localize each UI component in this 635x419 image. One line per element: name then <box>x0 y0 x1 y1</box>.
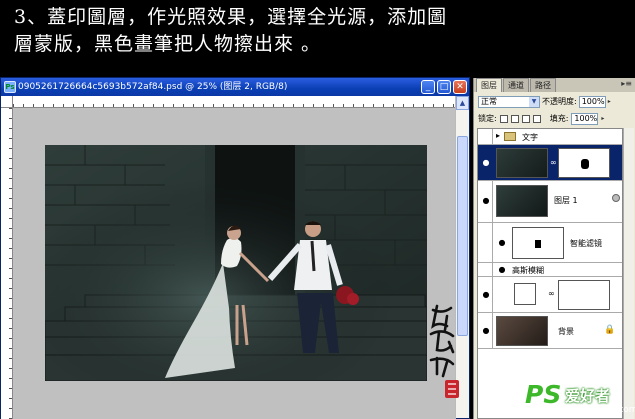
horizontal-ruler[interactable] <box>13 96 456 108</box>
watermark-url: www.psahz.com <box>565 405 635 415</box>
opacity-label: 不透明度: <box>542 97 577 106</box>
watermark-brand: PS <box>525 380 562 409</box>
eye-icon[interactable]: ● <box>480 157 492 169</box>
close-button[interactable]: ✕ <box>453 80 467 94</box>
layer-row-adjustment[interactable]: ● ∞ <box>478 277 622 313</box>
adjustment-icon[interactable] <box>514 283 536 305</box>
maximize-button[interactable]: □ <box>437 80 451 94</box>
tab-channels[interactable]: 通道 <box>503 78 529 92</box>
blend-mode-value: 正常 <box>481 96 497 106</box>
link-chain-icon[interactable]: ∞ <box>548 289 555 298</box>
ruler-corner[interactable] <box>1 96 13 108</box>
document-title: 0905261726664c5693b572af84.psd @ 25% (图层… <box>18 82 288 92</box>
calligraphy-signature-icon <box>429 304 459 398</box>
layer-row-group-text[interactable]: ▸ 文字 <box>478 129 622 145</box>
layer-name: 图层 1 <box>554 196 578 205</box>
layer-row-smart-filter[interactable]: ● 智能滤镜 <box>478 223 622 263</box>
layer-name: 文字 <box>522 133 538 142</box>
link-chain-icon[interactable]: ∞ <box>550 158 557 167</box>
eye-icon[interactable]: ● <box>496 237 508 249</box>
eye-icon[interactable]: ● <box>480 195 492 207</box>
fill-arrow-icon[interactable]: ▸ <box>601 115 604 122</box>
layer-mask-thumbnail[interactable] <box>558 148 610 178</box>
opacity-input[interactable]: 100% <box>578 95 606 108</box>
layer-mask-thumbnail[interactable] <box>558 280 610 310</box>
eye-icon[interactable]: ● <box>496 264 508 276</box>
vertical-ruler[interactable] <box>1 108 13 419</box>
folder-icon <box>504 132 516 141</box>
lock-label: 锁定: <box>478 114 497 123</box>
chevron-down-icon[interactable]: ▼ <box>529 96 539 107</box>
layer-thumbnail[interactable] <box>496 148 548 178</box>
fill-input[interactable]: 100% <box>571 112 599 125</box>
fill-label: 填充: <box>549 114 569 123</box>
layer-row-layer1[interactable]: ● 图层 1 <box>478 181 622 223</box>
opacity-arrow-icon[interactable]: ▸ <box>608 98 611 105</box>
eye-icon[interactable]: ● <box>480 325 492 337</box>
caption-line-2: 層蒙版，黑色畫筆把人物擦出來 。 <box>14 33 322 55</box>
caption-line-1: 3、蓋印圖層，作光照效果，選擇全光源，添加圖 <box>14 6 448 28</box>
layer-thumbnail[interactable] <box>496 185 548 217</box>
layers-list[interactable]: ▸ 文字 ● ∞ ● 图层 1 ● 智能滤镜 ● 高斯模糊 ● ∞ ● 背景 🔒 <box>477 128 623 419</box>
lock-all-icon[interactable] <box>532 114 541 123</box>
layer-row-selected[interactable]: ● ∞ <box>478 145 622 181</box>
tutorial-caption: 3、蓋印圖層，作光照效果，選擇全光源，添加圖 層蒙版，黑色畫筆把人物擦出來 。 <box>0 0 635 62</box>
layer-row-background[interactable]: ● 背景 🔒 <box>478 313 622 349</box>
layers-scrollbar[interactable] <box>623 128 634 419</box>
site-watermark: PS 爱好者 www.psahz.com <box>525 380 635 419</box>
visibility-column <box>478 129 493 144</box>
filter-mask-thumbnail[interactable] <box>512 227 564 259</box>
layer-thumbnail[interactable] <box>496 316 548 346</box>
lock-icon: 🔒 <box>604 325 616 335</box>
canvas-photo[interactable] <box>45 145 427 381</box>
lock-move-icon[interactable] <box>521 114 530 123</box>
photoshop-doc-icon: Ps <box>4 81 16 93</box>
lock-transparency-icon[interactable] <box>499 114 508 123</box>
eye-icon[interactable]: ● <box>480 289 492 301</box>
layer-row-filter-entry[interactable]: ● 高斯模糊 <box>478 263 622 277</box>
layer-name: 背景 <box>558 327 574 336</box>
smart-object-icon <box>612 194 620 202</box>
watermark-name: 爱好者 <box>565 387 611 405</box>
document-titlebar[interactable]: Ps 0905261726664c5693b572af84.psd @ 25% … <box>1 78 469 96</box>
layer-name: 智能滤镜 <box>570 239 602 248</box>
blend-mode-select[interactable]: 正常 ▼ <box>478 95 540 108</box>
tab-layers[interactable]: 图层 <box>476 78 502 92</box>
panel-menu-icon[interactable]: ▸≡ <box>621 79 632 88</box>
minimize-button[interactable]: _ <box>421 80 435 94</box>
folder-expand-icon: ▸ <box>496 131 501 140</box>
scroll-up-arrow-icon[interactable]: ▲ <box>456 96 469 110</box>
layers-panel[interactable]: 图层 通道 路径 ▸≡ 正常 ▼ 不透明度: 100% ▸ 锁定: 填充: 10… <box>473 78 635 419</box>
visibility-column <box>478 263 493 276</box>
layer-name: 高斯模糊 <box>512 266 544 275</box>
lock-paint-icon[interactable] <box>510 114 519 123</box>
visibility-column <box>478 223 493 262</box>
tab-paths[interactable]: 路径 <box>530 78 556 92</box>
